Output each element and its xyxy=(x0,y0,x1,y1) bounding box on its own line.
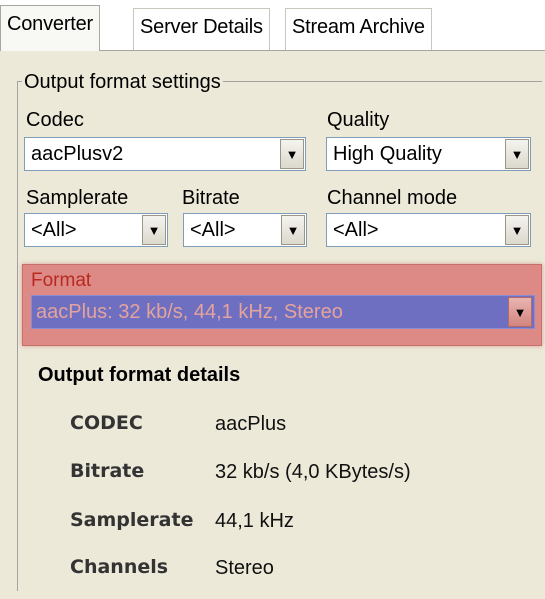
format-value: aacPlus: 32 kb/s, 44,1 kHz, Stereo xyxy=(36,300,343,323)
quality-value: High Quality xyxy=(333,142,442,165)
chevron-down-icon[interactable]: ▼ xyxy=(505,215,529,245)
chevron-down-icon[interactable]: ▼ xyxy=(508,297,532,327)
channel-mode-value: <All> xyxy=(333,218,379,241)
tab-server-details[interactable]: Server Details xyxy=(133,8,270,50)
detail-key-codec: CODEC xyxy=(70,412,143,434)
samplerate-select[interactable]: <All> ▼ xyxy=(24,213,168,247)
codec-label: Codec xyxy=(26,109,84,131)
format-label: Format xyxy=(31,270,92,291)
detail-value-samplerate: 44,1 kHz xyxy=(215,510,294,532)
bitrate-label: Bitrate xyxy=(182,187,240,209)
tab-label: Stream Archive xyxy=(292,16,425,38)
tab-label: Server Details xyxy=(140,16,263,38)
output-format-details-title: Output format details xyxy=(38,364,241,386)
bitrate-value: <All> xyxy=(190,218,236,241)
detail-key-bitrate: Bitrate xyxy=(70,460,145,482)
tab-stream-archive[interactable]: Stream Archive xyxy=(285,8,432,50)
codec-select[interactable]: aacPlusv2 ▼ xyxy=(24,137,306,171)
samplerate-label: Samplerate xyxy=(26,187,129,209)
detail-value-bitrate: 32 kb/s (4,0 KBytes/s) xyxy=(215,461,411,483)
detail-key-samplerate: Samplerate xyxy=(70,509,194,531)
detail-key-channels: Channels xyxy=(70,556,169,578)
format-select[interactable]: aacPlus: 32 kb/s, 44,1 kHz, Stereo ▼ xyxy=(31,295,535,329)
detail-value-channels: Stereo xyxy=(215,557,274,579)
quality-label: Quality xyxy=(327,109,390,131)
channel-mode-select[interactable]: <All> ▼ xyxy=(326,213,531,247)
tab-converter[interactable]: Converter xyxy=(0,5,101,51)
detail-value-codec: aacPlus xyxy=(215,413,287,435)
converter-panel: Output format settings Codec aacPlusv2 ▼… xyxy=(0,50,545,599)
format-highlight: Format aacPlus: 32 kb/s, 44,1 kHz, Stere… xyxy=(22,264,542,346)
tab-strip: Converter Server Details Stream Archive xyxy=(0,0,545,51)
chevron-down-icon[interactable]: ▼ xyxy=(281,215,305,245)
bitrate-select[interactable]: <All> ▼ xyxy=(183,213,307,247)
quality-select[interactable]: High Quality ▼ xyxy=(326,137,531,171)
codec-value: aacPlusv2 xyxy=(31,142,124,165)
chevron-down-icon[interactable]: ▼ xyxy=(505,139,529,169)
chevron-down-icon[interactable]: ▼ xyxy=(142,215,166,245)
chevron-down-icon[interactable]: ▼ xyxy=(280,139,304,169)
channel-mode-label: Channel mode xyxy=(327,187,458,209)
samplerate-value: <All> xyxy=(31,218,77,241)
group-legend: Output format settings xyxy=(22,71,223,94)
tab-label: Converter xyxy=(7,13,94,35)
